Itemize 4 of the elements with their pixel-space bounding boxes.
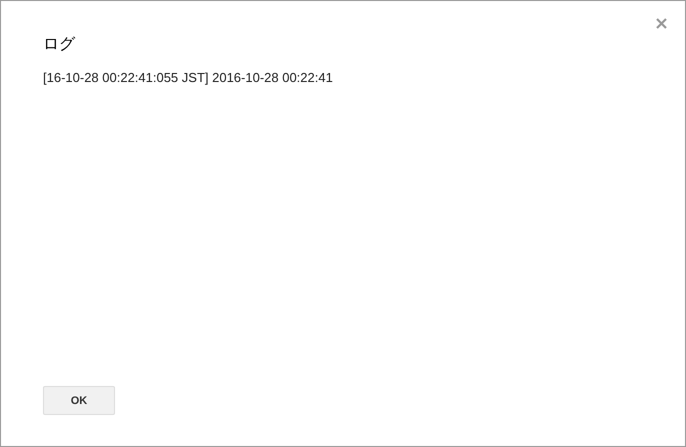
ok-button[interactable]: OK [43, 386, 115, 415]
log-line: [16-10-28 00:22:41:055 JST] 2016-10-28 00:22:41 [43, 70, 334, 86]
dialog-title: ログ [43, 34, 76, 54]
close-icon[interactable] [656, 18, 667, 29]
